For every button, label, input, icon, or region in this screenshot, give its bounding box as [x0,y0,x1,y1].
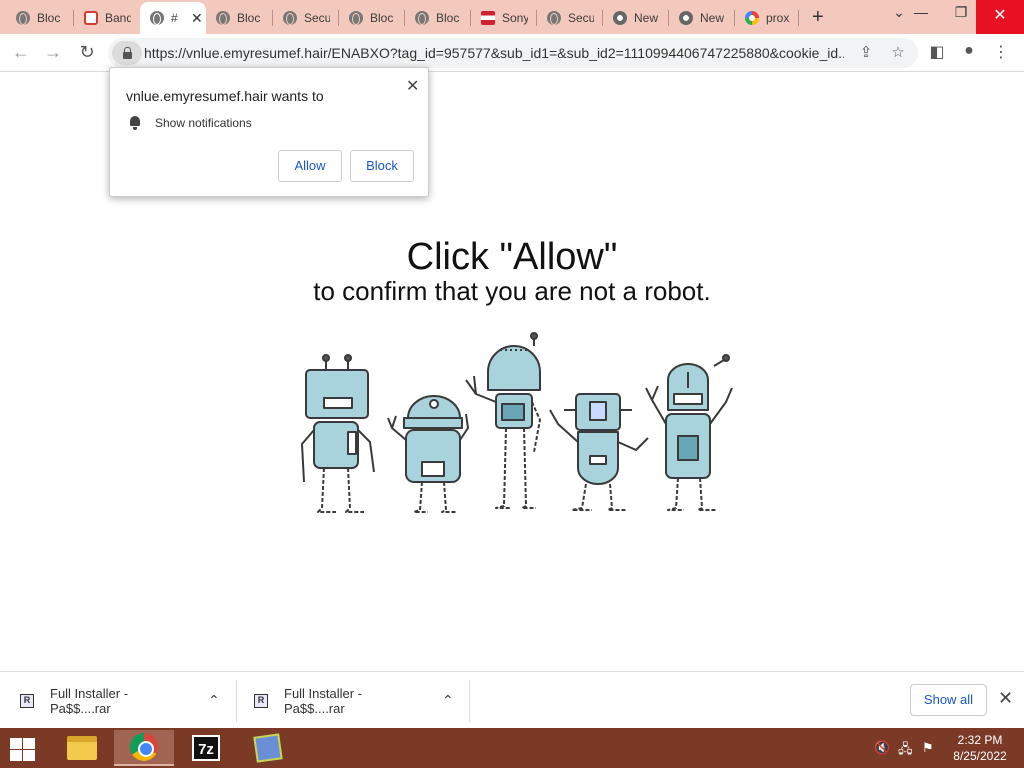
chrome-icon [679,11,693,25]
bookmark-star-icon[interactable]: ☆ [888,43,908,61]
globe-icon [415,11,429,25]
sony-flag-icon [481,11,495,25]
tab-close-icon[interactable]: ✕ [191,10,203,27]
robot-1 [301,354,375,513]
7zip-icon[interactable]: 7z [176,730,236,766]
share-icon[interactable]: ⇪ [856,43,876,61]
robot-4 [549,393,649,511]
show-all-button[interactable]: Show all [910,684,987,716]
chrome-icon[interactable] [114,730,174,766]
action-center-flag-icon[interactable]: ⚑ [922,740,934,756]
reload-icon[interactable]: ↻ [76,42,98,63]
windows-start-icon[interactable] [8,736,36,762]
url-text[interactable]: https://vnlue.emyresumef.hair/ENABXO?tag… [144,45,844,61]
chevron-up-icon[interactable]: ⌃ [442,692,454,709]
network-icon[interactable]: 🖧 [898,740,913,762]
tab-strip: Bloc Band # ✕ Bloc Secu Bloc Bloc Sony Se… [0,0,1024,34]
tab-10[interactable]: New [603,4,660,32]
globe-icon [349,11,363,25]
tab-4[interactable]: Bloc [206,4,263,32]
tab-7[interactable]: Bloc [405,4,462,32]
block-button[interactable]: Block [350,150,414,182]
chrome-icon [613,11,627,25]
download-item-1[interactable]: R Full Installer - Pa$$....rar ⌃ [20,672,220,729]
globe-icon [150,11,164,25]
google-icon [745,11,759,25]
tab-8[interactable]: Sony [471,4,528,32]
tab-3-active[interactable]: # ✕ [140,2,206,34]
lock-icon[interactable] [112,41,142,65]
page-subline: to confirm that you are not a robot. [313,276,711,306]
menu-kebab-icon[interactable]: ⋮ [990,42,1012,62]
installer-icon[interactable] [238,730,298,766]
robot-5 [645,354,733,511]
restore-button[interactable]: ❐ [950,4,972,21]
taskbar-clock[interactable]: 2:32 PM 8/25/2022 [944,732,1016,764]
chevron-up-icon[interactable]: ⌃ [208,692,220,709]
tab-5[interactable]: Secu [273,4,330,32]
forward-arrow-icon[interactable]: → [42,42,64,63]
tab-2[interactable]: Band [74,4,131,32]
popup-close-icon[interactable]: ✕ [406,76,419,96]
clock-date: 8/25/2022 [953,749,1007,763]
minimize-button[interactable]: — [910,4,932,20]
side-panel-icon[interactable]: ◧ [926,42,948,62]
page-headline: Click "Allow" [406,236,618,278]
robot-2 [387,395,469,513]
globe-icon [216,11,230,25]
tab-6[interactable]: Bloc [339,4,396,32]
download-filename: Full Installer - Pa$$....rar [50,685,129,716]
download-shelf: R Full Installer - Pa$$....rar ⌃ R Full … [0,671,1024,728]
rar-file-icon: R [254,693,268,708]
rar-file-icon: R [20,693,34,708]
new-tab-button[interactable]: + [812,6,824,29]
download-item-2[interactable]: R Full Installer - Pa$$....rar ⌃ [254,672,454,729]
address-bar[interactable]: https://vnlue.emyresumef.hair/ENABXO?tag… [108,38,918,68]
back-arrow-icon[interactable]: ← [10,42,32,63]
tab-1[interactable]: Bloc [6,4,63,32]
robot-3 [465,332,541,509]
clock-time: 2:32 PM [957,733,1003,747]
robots-illustration [301,332,733,513]
windows-taskbar: 7z 🔇 🖧 ⚑ 2:32 PM 8/25/2022 [0,728,1024,768]
tab-search-chevron-icon[interactable]: ⌄ [888,4,910,21]
popup-permission-text: Show notifications [155,116,252,130]
window-close-button[interactable]: ✕ [976,0,1024,34]
tab-11[interactable]: New [669,4,726,32]
bell-icon [129,116,141,130]
download-filename: Full Installer - Pa$$....rar [284,685,363,716]
globe-icon [16,11,30,25]
notification-permission-popup: vnlue.emyresumef.hair wants to ✕ Show no… [109,67,429,197]
tab-12[interactable]: prox [735,4,792,32]
globe-icon [283,11,297,25]
popup-site-text: vnlue.emyresumef.hair wants to [126,88,324,104]
globe-icon [547,11,561,25]
bandcamp-icon [84,11,98,25]
shelf-close-icon[interactable]: ✕ [998,688,1013,709]
volume-muted-icon[interactable]: 🔇 [874,740,890,756]
file-explorer-icon[interactable] [52,730,112,766]
profile-avatar-icon[interactable]: ● [958,42,980,60]
tab-9[interactable]: Secu [537,4,594,32]
allow-button[interactable]: Allow [278,150,342,182]
